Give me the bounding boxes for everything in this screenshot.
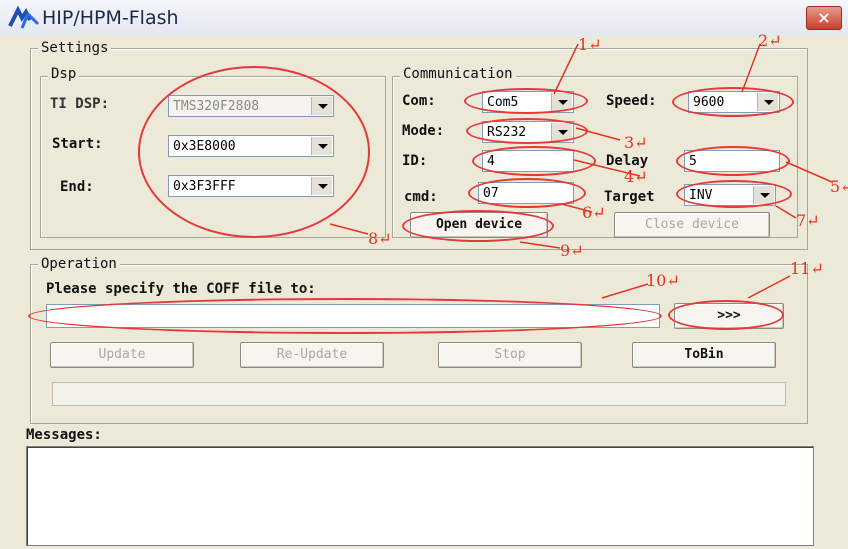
- annotation-number-1: 1↵: [578, 35, 602, 54]
- title-bar: HIP/HPM-Flash ×: [0, 0, 848, 36]
- annotation-number-11: 11↵: [790, 259, 824, 278]
- annotation-number-10: 10↵: [646, 271, 680, 290]
- annotation-number-9: 9↵: [560, 241, 584, 260]
- annotation-number-4: 4↵: [624, 167, 648, 186]
- window-title: HIP/HPM-Flash: [42, 7, 179, 29]
- annotation-number-5: 5↵: [830, 177, 848, 196]
- annotation-number-7: 7↵: [796, 211, 820, 230]
- main-window-client: Settings Dsp TI DSP: TMS320F2808 Start: …: [0, 32, 848, 549]
- annotation-number-6: 6↵: [582, 203, 606, 222]
- annotation-number-8: 8↵: [368, 229, 392, 248]
- app-logo-icon: [8, 6, 40, 29]
- annotation-leader-lines: [329, 43, 833, 299]
- annotation-number-3: 3↵: [624, 133, 648, 152]
- close-window-button[interactable]: ×: [806, 6, 842, 30]
- annotation-number-2: 2↵: [758, 31, 782, 50]
